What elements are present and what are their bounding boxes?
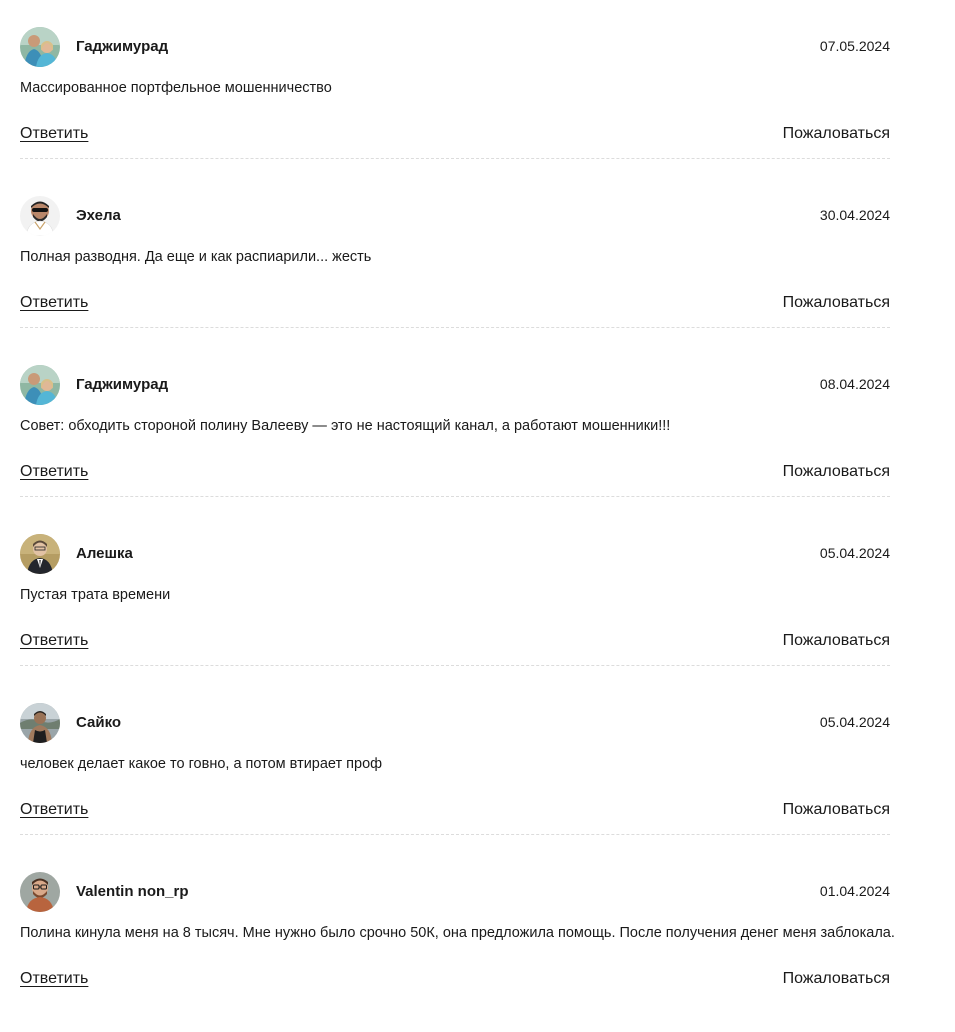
comment-author: Эхела xyxy=(76,207,121,224)
comment-header: Алешка 05.04.2024 xyxy=(20,534,890,574)
comment-text: Пустая трата времени xyxy=(20,587,171,603)
comment-author: Valentin non_rp xyxy=(76,883,189,900)
comments-list: Гаджимурад 07.05.2024 Массированное порт… xyxy=(0,0,955,1003)
comment-header: Эхела 30.04.2024 xyxy=(20,196,890,236)
reply-button[interactable]: Ответить xyxy=(20,124,88,144)
comment-item: Сайко 05.04.2024 человек делает какое то… xyxy=(20,703,890,863)
comment-item: Гаджимурад 07.05.2024 Массированное порт… xyxy=(20,27,890,187)
avatar[interactable] xyxy=(20,703,60,743)
comment-header: Сайко 05.04.2024 xyxy=(20,703,890,743)
avatar[interactable] xyxy=(20,872,60,912)
comment-date: 30.04.2024 xyxy=(819,207,890,223)
comment-date: 05.04.2024 xyxy=(819,714,890,730)
comment-text: Массированное портфельное мошенничество xyxy=(20,80,332,96)
comment-text: Совет: обходить стороной полину Валееву … xyxy=(20,418,671,434)
comment-item: Гаджимурад 08.04.2024 Совет: обходить ст… xyxy=(20,365,890,525)
avatar-couple-photo-icon xyxy=(20,365,60,405)
comment-text: Полная разводня. Да еще и как распиарили… xyxy=(20,249,372,265)
reply-button[interactable]: Ответить xyxy=(20,462,88,482)
comment-item: Valentin non_rp 01.04.2024 Полина кинула… xyxy=(20,872,895,1032)
comment-author: Алешка xyxy=(76,545,133,562)
avatar[interactable] xyxy=(20,27,60,67)
avatar[interactable] xyxy=(20,196,60,236)
reply-button[interactable]: Ответить xyxy=(20,293,88,313)
avatar-couple-photo-icon xyxy=(20,27,60,67)
comment-date: 08.04.2024 xyxy=(819,376,890,392)
avatar[interactable] xyxy=(20,365,60,405)
report-button[interactable]: Пожаловаться xyxy=(783,293,890,313)
comment-divider xyxy=(20,496,890,497)
reply-button[interactable]: Ответить xyxy=(20,800,88,820)
avatar-man-suit-photo-icon xyxy=(20,534,60,574)
comment-item: Алешка 05.04.2024 Пустая трата времени О… xyxy=(20,534,890,694)
report-button[interactable]: Пожаловаться xyxy=(783,124,890,144)
comment-divider xyxy=(20,834,890,835)
comment-author: Гаджимурад xyxy=(76,376,169,393)
avatar[interactable] xyxy=(20,534,60,574)
report-button[interactable]: Пожаловаться xyxy=(783,969,890,989)
report-button[interactable]: Пожаловаться xyxy=(783,631,890,651)
comment-author: Сайко xyxy=(76,714,122,731)
reply-button[interactable]: Ответить xyxy=(20,969,88,989)
comment-item: Эхела 30.04.2024 Полная разводня. Да еще… xyxy=(20,196,890,356)
report-button[interactable]: Пожаловаться xyxy=(783,462,890,482)
avatar-man-outdoor-photo-icon xyxy=(20,703,60,743)
comment-text: Полина кинула меня на 8 тысяч. Мне нужно… xyxy=(20,925,895,941)
comment-text: человек делает какое то говно, а потом в… xyxy=(20,756,383,772)
comment-author: Гаджимурад xyxy=(76,38,169,55)
comment-date: 07.05.2024 xyxy=(819,38,890,54)
comment-divider xyxy=(20,665,890,666)
reply-button[interactable]: Ответить xyxy=(20,631,88,651)
comment-divider xyxy=(20,158,890,159)
comment-header: Valentin non_rp 01.04.2024 xyxy=(20,872,890,912)
comment-header: Гаджимурад 07.05.2024 xyxy=(20,27,890,67)
avatar-man-glasses-photo-icon xyxy=(20,872,60,912)
comment-header: Гаджимурад 08.04.2024 xyxy=(20,365,890,405)
report-button[interactable]: Пожаловаться xyxy=(783,800,890,820)
comment-date: 05.04.2024 xyxy=(819,545,890,561)
comment-divider xyxy=(20,327,890,328)
avatar-man-sunglasses-photo-icon xyxy=(20,196,60,236)
comment-date: 01.04.2024 xyxy=(819,883,890,899)
